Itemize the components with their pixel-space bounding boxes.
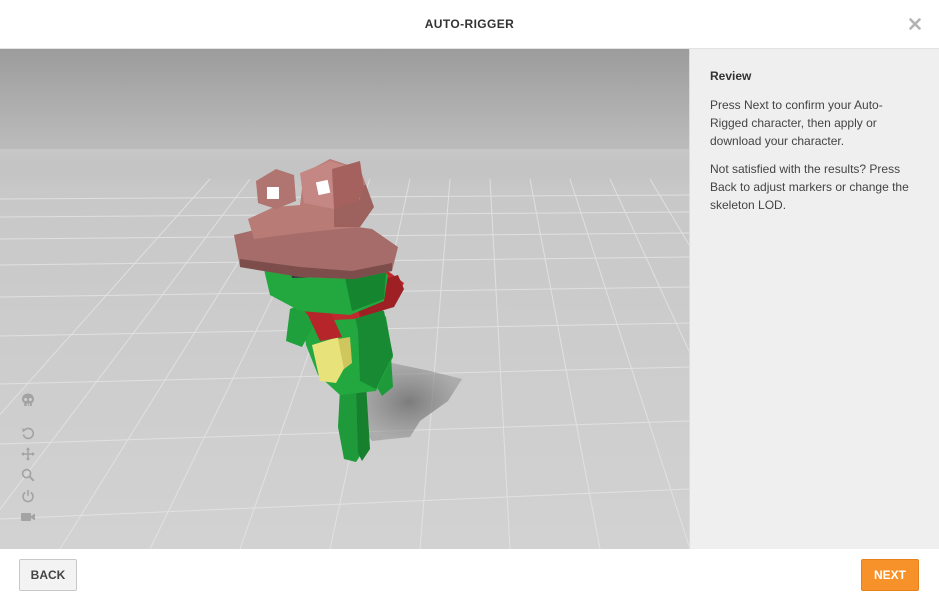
power-icon <box>22 490 34 503</box>
modal-header: AUTO-RIGGER <box>0 0 939 49</box>
rotate-tool[interactable] <box>18 424 38 442</box>
move-icon <box>21 447 35 461</box>
skull-icon <box>22 393 34 406</box>
close-icon <box>909 18 921 30</box>
next-button[interactable]: NEXT <box>861 559 919 591</box>
camera-tool[interactable] <box>18 508 38 526</box>
close-button[interactable] <box>907 16 923 32</box>
panel-title: Review <box>710 69 752 83</box>
camera-icon <box>21 513 35 521</box>
zoom-icon <box>21 468 35 482</box>
reset-view-tool[interactable] <box>18 487 38 505</box>
zoom-tool[interactable] <box>18 466 38 484</box>
skeleton-toggle[interactable] <box>18 391 38 409</box>
modal-footer: BACK NEXT <box>0 549 939 600</box>
panel-instructions: Press Next to confirm your Auto-Rigged c… <box>710 98 883 148</box>
back-button[interactable]: BACK <box>19 559 77 591</box>
rotate-icon <box>22 427 35 440</box>
modal-title: AUTO-RIGGER <box>424 17 515 31</box>
panel-help-text: Not satisfied with the results? Press Ba… <box>710 162 909 212</box>
review-panel: Review Press Next to confirm your Auto-R… <box>689 49 939 549</box>
pan-tool[interactable] <box>18 445 38 463</box>
3d-viewport[interactable] <box>0 49 689 549</box>
scene-render <box>0 49 689 549</box>
